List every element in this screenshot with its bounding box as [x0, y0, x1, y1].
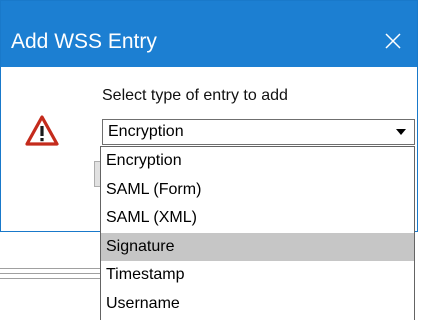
- chevron-down-icon[interactable]: [396, 129, 406, 135]
- option-saml-form[interactable]: SAML (Form): [101, 176, 414, 205]
- option-timestamp[interactable]: Timestamp: [101, 261, 414, 290]
- background-divider: [0, 278, 100, 279]
- entry-type-selected-value: Encryption: [108, 123, 184, 140]
- warning-icon: [25, 115, 59, 146]
- dialog-title: Add WSS Entry: [11, 30, 157, 53]
- background-divider: [0, 268, 100, 269]
- dialog-title-bar[interactable]: Add WSS Entry: [1, 1, 417, 67]
- close-icon: [385, 33, 401, 49]
- entry-type-options-list[interactable]: Encryption SAML (Form) SAML (XML) Signat…: [100, 146, 415, 320]
- background-divider: [0, 273, 100, 274]
- option-encryption[interactable]: Encryption: [101, 147, 414, 176]
- option-username[interactable]: Username: [101, 290, 414, 319]
- entry-type-select[interactable]: Encryption: [102, 119, 415, 145]
- option-saml-xml[interactable]: SAML (XML): [101, 204, 414, 233]
- prompt-label: Select type of entry to add: [102, 87, 288, 104]
- option-signature[interactable]: Signature: [101, 232, 414, 262]
- close-button[interactable]: [369, 23, 417, 59]
